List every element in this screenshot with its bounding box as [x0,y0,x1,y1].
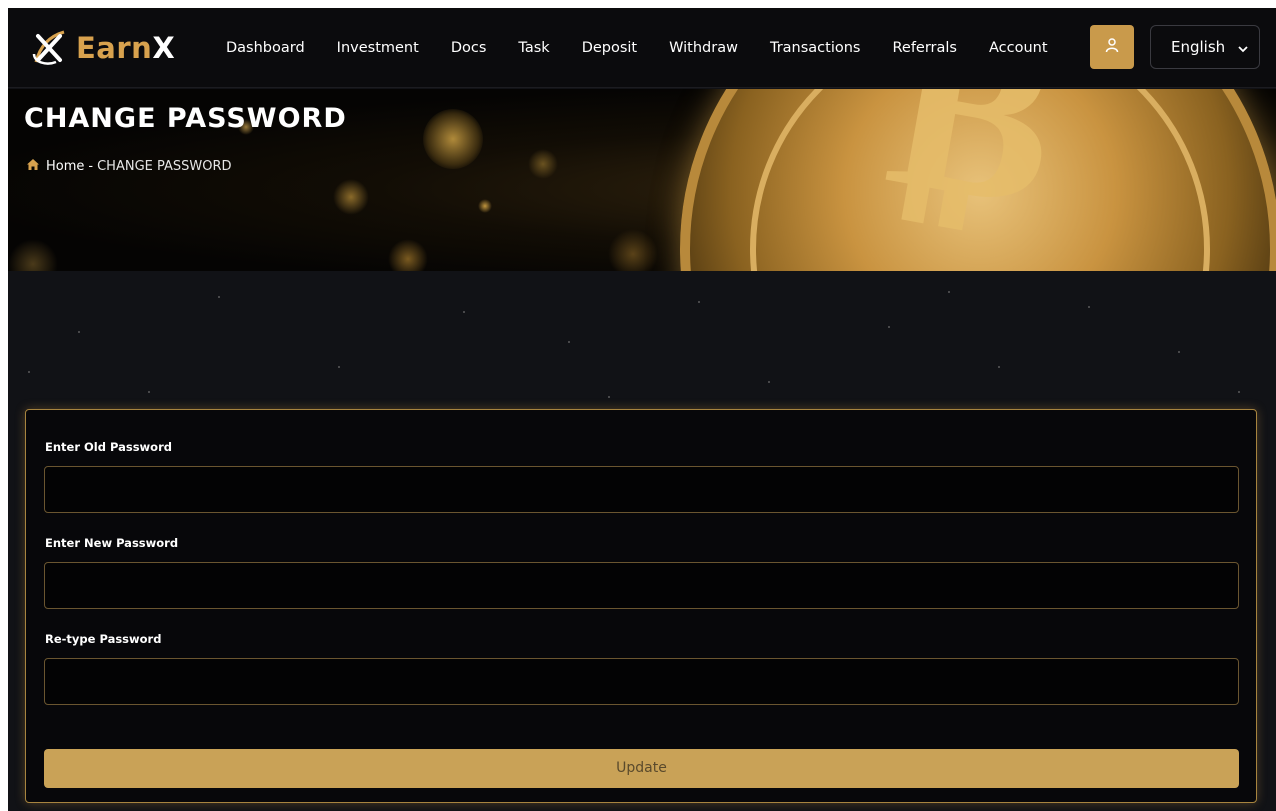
nav-account[interactable]: Account [989,40,1048,56]
banner-bokeh [333,179,369,215]
breadcrumb-current: CHANGE PASSWORD [97,159,232,174]
update-button[interactable]: Update [44,749,1239,788]
banner-bokeh [423,109,483,169]
language-select[interactable]: English [1150,25,1260,69]
breadcrumb-separator: - [88,159,94,174]
language-select-value: English [1171,38,1226,56]
breadcrumb-home-link[interactable]: Home [46,159,84,174]
banner-bokeh [8,239,58,271]
breadcrumb: Home - CHANGE PASSWORD [26,158,232,175]
star [768,381,770,383]
star [608,396,610,398]
brand-name-prefix: Earn [76,30,153,65]
old-password-input[interactable] [44,466,1239,513]
star [463,311,465,313]
retype-password-input[interactable] [44,658,1239,705]
home-icon [26,158,40,175]
banner-bokeh [528,149,558,179]
star [698,301,700,303]
chevron-down-icon [1237,41,1249,59]
star [1238,391,1240,393]
change-password-form: Enter Old Password Enter New Password Re… [25,409,1257,803]
nav-investment[interactable]: Investment [337,40,419,56]
star [1088,306,1090,308]
star [338,366,340,368]
old-password-label: Enter Old Password [45,440,172,454]
new-password-label: Enter New Password [45,536,179,550]
page-title: CHANGE PASSWORD [24,103,347,134]
user-account-button[interactable] [1090,25,1134,69]
nav-withdraw[interactable]: Withdraw [669,40,738,56]
nav-deposit[interactable]: Deposit [582,40,637,56]
star [218,296,220,298]
nav-dashboard[interactable]: Dashboard [226,40,305,56]
banner-bokeh [388,239,428,271]
brand-name-suffix: X [152,30,176,65]
star [998,366,1000,368]
retype-password-label: Re-type Password [45,632,162,646]
new-password-input[interactable] [44,562,1239,609]
star [148,391,150,393]
nav-docs[interactable]: Docs [451,40,487,56]
star [888,326,890,328]
nav-referrals[interactable]: Referrals [892,40,957,56]
top-navbar: EarnX Dashboard Investment Docs Task Dep… [8,8,1276,88]
star [28,371,30,373]
star [568,341,570,343]
main-nav: Dashboard Investment Docs Task Deposit W… [226,40,1080,56]
bitcoin-coin-image: ₿ [680,89,1276,271]
star [78,331,80,333]
brand-name: EarnX [76,31,175,65]
nav-task[interactable]: Task [518,40,549,56]
page-banner: ₿ CHANGE PASSWORD Home - CHANGE PASSWORD [8,89,1276,271]
banner-bokeh [608,229,658,271]
star [1178,351,1180,353]
brand[interactable]: EarnX [30,28,226,68]
banner-bokeh [478,199,492,213]
page-frame: EarnX Dashboard Investment Docs Task Dep… [8,8,1276,811]
user-icon [1104,37,1120,58]
nav-transactions[interactable]: Transactions [770,40,861,56]
earnx-logo-icon [30,28,70,68]
star [948,291,950,293]
